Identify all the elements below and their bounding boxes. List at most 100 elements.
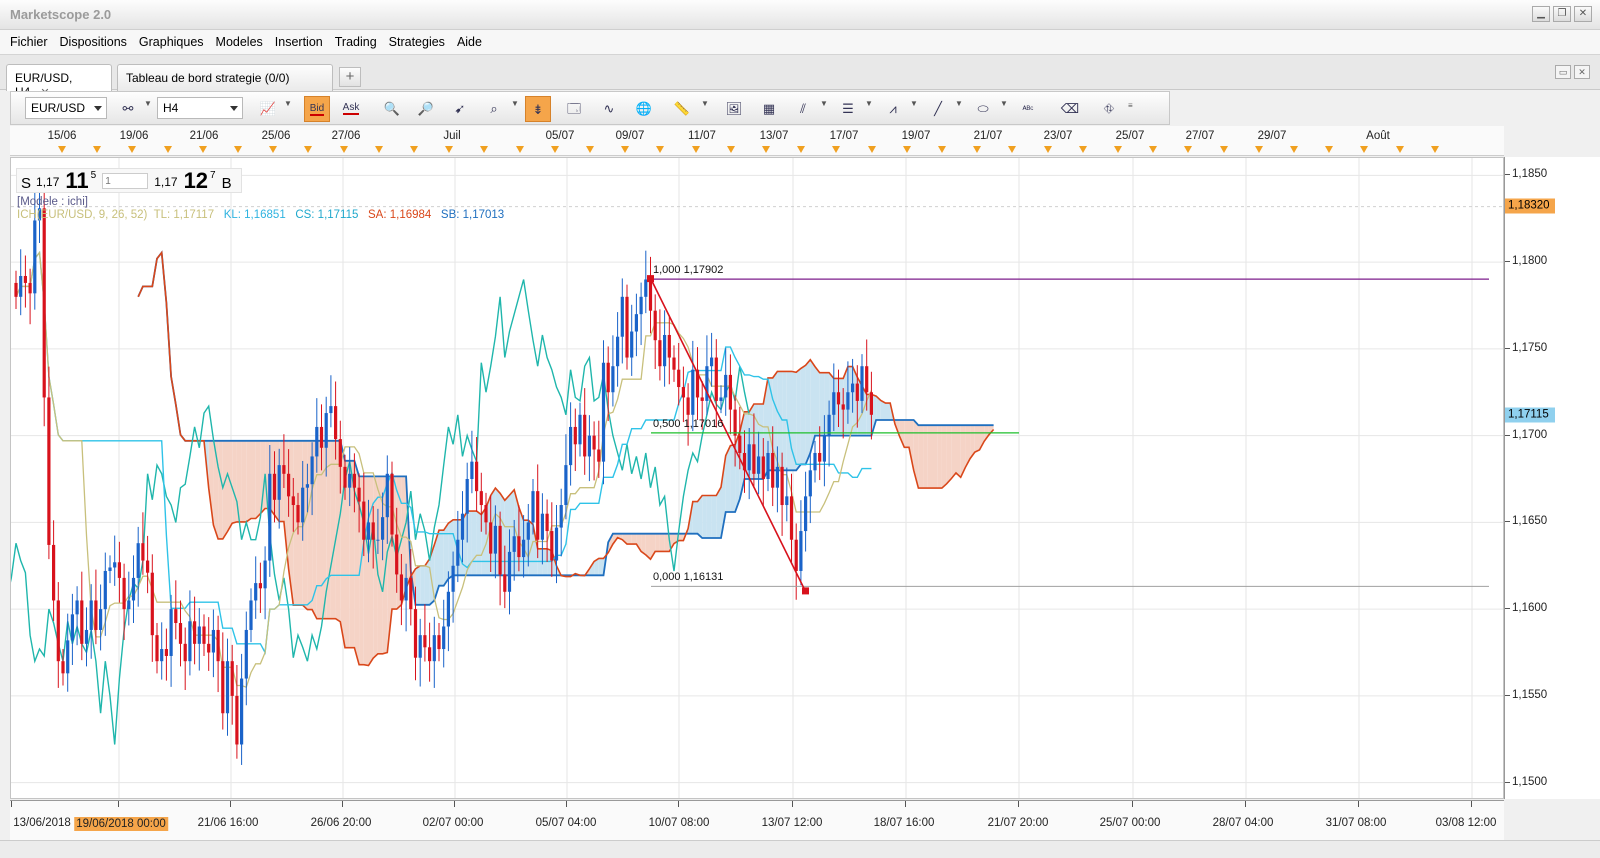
menu-fichier[interactable]: Fichier: [4, 35, 54, 49]
chart-properties-icon[interactable]: 🗔: [561, 96, 587, 122]
time-marker-icon[interactable]: [480, 146, 489, 153]
fan-icon[interactable]: ⩘: [880, 96, 906, 122]
restore-icon[interactable]: ❐: [1553, 6, 1571, 22]
trend-line-icon[interactable]: ╱: [925, 96, 951, 122]
time-marker-icon[interactable]: [1360, 146, 1369, 153]
globe-icon[interactable]: 🌐: [631, 96, 657, 122]
sell-price-pips[interactable]: 11: [65, 170, 88, 192]
indicator-icon[interactable]: ∿: [596, 96, 622, 122]
chart-type-icon[interactable]: 📈: [255, 96, 281, 122]
tab-strategy-dashboard[interactable]: Tableau de bord strategie (0/0): [117, 64, 333, 91]
chart-window-icon[interactable]: ▦: [756, 96, 782, 122]
time-marker-icon[interactable]: [515, 146, 524, 153]
text-tool-icon[interactable]: ᴬᴮᶜ: [1015, 96, 1041, 122]
zoom-in-icon[interactable]: 🔍: [379, 96, 405, 122]
menu-insertion[interactable]: Insertion: [269, 35, 329, 49]
zoom-out-icon[interactable]: 🔎: [413, 96, 439, 122]
time-marker-icon[interactable]: [234, 146, 242, 153]
time-marker-icon[interactable]: [656, 146, 665, 153]
indicator-legend[interactable]: ICH(EUR/USD, 9, 26, 52) TL: 1,17117 KL: …: [17, 209, 504, 221]
time-marker-icon[interactable]: [1184, 146, 1193, 153]
time-marker-icon[interactable]: [58, 146, 66, 153]
timeframe-select[interactable]: H4: [157, 97, 243, 119]
time-marker-icon[interactable]: [832, 146, 841, 153]
time-marker-icon[interactable]: [374, 146, 383, 153]
time-marker-icon[interactable]: [586, 146, 594, 153]
time-marker-icon[interactable]: [762, 146, 770, 153]
instrument-icon[interactable]: ⚯: [115, 96, 141, 122]
chevron-down-icon[interactable]: ▼: [284, 99, 292, 108]
time-marker-icon[interactable]: [163, 146, 172, 153]
image-icon[interactable]: 🖼: [721, 96, 747, 122]
cursor-icon[interactable]: ➹: [447, 96, 473, 122]
menu-graphiques[interactable]: Graphiques: [133, 35, 210, 49]
time-marker-icon[interactable]: [410, 146, 418, 153]
time-marker-icon[interactable]: [1254, 146, 1263, 153]
menu-trading[interactable]: Trading: [329, 35, 383, 49]
date-axis[interactable]: 13/06/2018 19/06/2018 00:00 21/06 16:00 26/…: [10, 800, 1504, 840]
time-marker-icon[interactable]: [1114, 146, 1122, 153]
time-marker-icon[interactable]: [1043, 146, 1052, 153]
ruler-icon[interactable]: 📏: [669, 96, 695, 122]
chevron-down-icon[interactable]: ▼: [910, 99, 918, 108]
time-marker-icon[interactable]: [339, 146, 348, 153]
chevron-down-icon[interactable]: ▼: [144, 99, 152, 108]
time-marker-icon[interactable]: [1395, 146, 1404, 153]
chart-plot-area[interactable]: S 1,17 11 5 1,17 12 7 B [Modele : ichi] …: [10, 157, 1504, 799]
horizontal-lines-icon[interactable]: ☰: [835, 96, 861, 122]
time-marker-icon[interactable]: [1430, 146, 1439, 153]
candlestick-chart[interactable]: [11, 158, 1504, 799]
tab-chart-eurusd[interactable]: EUR/USD, H4✕: [6, 64, 112, 99]
close-icon[interactable]: ✕: [1574, 6, 1592, 22]
bid-button[interactable]: Bid: [304, 96, 330, 122]
time-marker-icon[interactable]: [691, 146, 700, 153]
chevron-down-icon[interactable]: ▼: [820, 99, 828, 108]
minimize-icon[interactable]: ▁: [1532, 6, 1550, 22]
time-marker-icon[interactable]: [867, 146, 876, 153]
menu-strategies[interactable]: Strategies: [383, 35, 451, 49]
time-marker-icon[interactable]: [445, 146, 454, 153]
menu-modeles[interactable]: Modeles: [210, 35, 269, 49]
time-marker-icon[interactable]: [1290, 146, 1298, 153]
chevron-down-icon[interactable]: ▼: [1000, 99, 1008, 108]
time-marker-icon[interactable]: [93, 146, 102, 153]
buy-label[interactable]: B: [222, 175, 232, 192]
chevron-down-icon[interactable]: ▼: [511, 99, 519, 108]
chevron-down-icon[interactable]: ▼: [701, 99, 709, 108]
ellipse-icon[interactable]: ⬭: [970, 96, 996, 122]
time-marker-icon[interactable]: [1219, 146, 1228, 153]
hierarchy-icon[interactable]: ⛗: [1096, 96, 1122, 122]
time-marker-icon[interactable]: [128, 146, 137, 153]
time-marker-icon[interactable]: [726, 146, 735, 153]
menu-aide[interactable]: Aide: [451, 35, 488, 49]
toolbar-overflow-icon[interactable]: ≡: [1128, 101, 1133, 110]
ask-button[interactable]: Ask: [338, 96, 364, 122]
time-marker-icon[interactable]: [621, 146, 630, 153]
price-axis[interactable]: 1,1850 1,1800 1,1750 1,1700 1,1650 1,1600 1,15…: [1504, 157, 1600, 799]
buy-price-pips[interactable]: 12: [184, 170, 208, 192]
amount-input[interactable]: [102, 173, 149, 189]
draw-lines-icon[interactable]: ⫽: [790, 96, 816, 122]
time-marker-icon[interactable]: [902, 146, 911, 153]
chevron-down-icon[interactable]: ▼: [865, 99, 873, 108]
time-marker-icon[interactable]: [1008, 146, 1017, 153]
symbol-select[interactable]: EUR/USD: [25, 97, 107, 119]
time-marker-icon[interactable]: [938, 146, 946, 153]
time-marker-icon[interactable]: [269, 146, 278, 153]
time-marker-icon[interactable]: [973, 146, 982, 153]
time-marker-icon[interactable]: [1325, 146, 1334, 153]
menu-dispositions[interactable]: Dispositions: [54, 35, 133, 49]
time-marker-icon[interactable]: [198, 146, 207, 153]
time-marker-icon[interactable]: [304, 146, 313, 153]
add-tab-button[interactable]: +: [339, 67, 361, 87]
eraser-icon[interactable]: ⌫: [1057, 96, 1083, 122]
chevron-down-icon[interactable]: ▼: [955, 99, 963, 108]
sell-label[interactable]: S: [21, 175, 31, 192]
time-marker-icon[interactable]: [1149, 146, 1158, 153]
pane-close-icon[interactable]: ✕: [1574, 65, 1590, 79]
time-marker-icon[interactable]: [797, 146, 806, 153]
pane-restore-icon[interactable]: ▭: [1555, 65, 1571, 79]
zoom-area-icon[interactable]: ⌕: [481, 96, 507, 122]
auto-scroll-icon[interactable]: ⇟: [525, 96, 551, 122]
time-marker-icon[interactable]: [1078, 146, 1087, 153]
